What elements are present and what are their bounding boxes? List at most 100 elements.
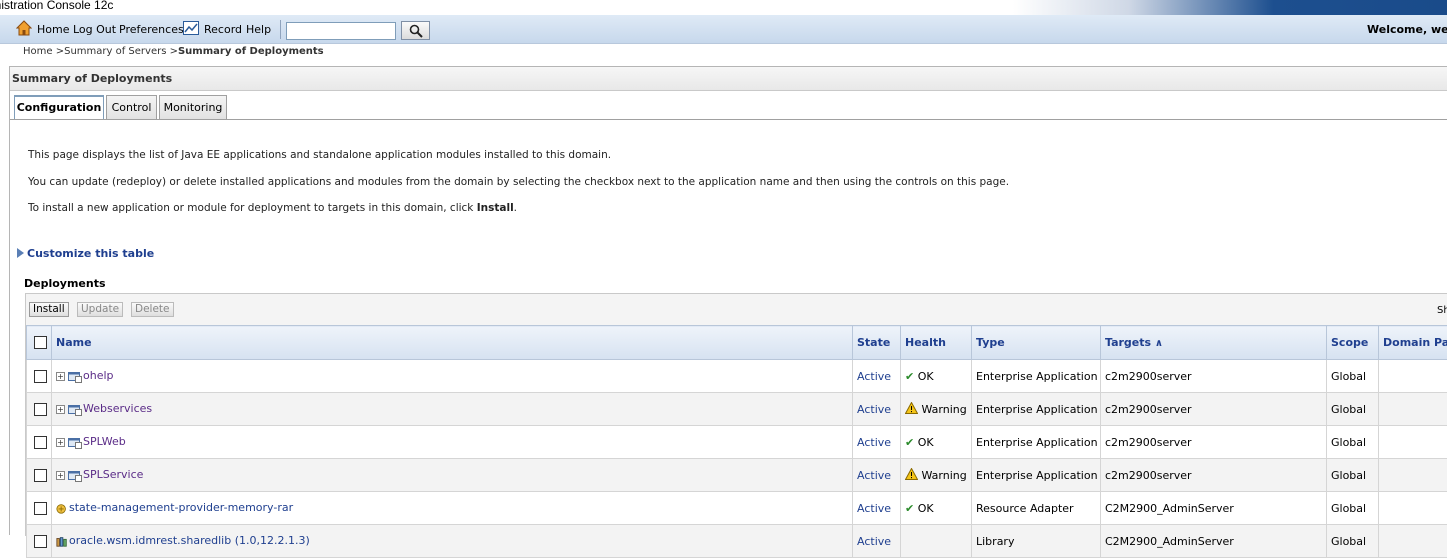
- column-header-name[interactable]: Name: [52, 326, 853, 360]
- install-button[interactable]: Install: [29, 302, 69, 317]
- targets-cell: c2m2900server: [1101, 360, 1327, 393]
- tab-divider: [10, 119, 1447, 120]
- expand-icon[interactable]: +: [56, 372, 65, 381]
- scope-cell: Global: [1327, 393, 1379, 426]
- expand-triangle-icon: [17, 248, 24, 258]
- column-header-type[interactable]: Type: [972, 326, 1101, 360]
- row-checkbox[interactable]: [34, 436, 47, 449]
- deployment-name-link[interactable]: SPLService: [83, 468, 143, 481]
- row-checkbox-cell: [27, 393, 52, 426]
- help-link[interactable]: Help: [246, 23, 271, 36]
- column-header-scope[interactable]: Scope: [1327, 326, 1379, 360]
- health-cell: ✔ OK: [901, 492, 972, 525]
- row-checkbox[interactable]: [34, 535, 47, 548]
- tab-configuration[interactable]: Configuration: [14, 95, 104, 120]
- row-checkbox[interactable]: [34, 502, 47, 515]
- expand-icon[interactable]: +: [56, 405, 65, 414]
- state-link[interactable]: Active: [857, 403, 891, 416]
- content-panel: Summary of Deployments Configuration Con…: [9, 66, 1447, 535]
- type-cell: Library: [972, 525, 1101, 558]
- table-row: oracle.wsm.idmrest.sharedlib (1.0,12.2.1…: [27, 525, 1447, 558]
- state-link[interactable]: Active: [857, 535, 891, 548]
- delete-button[interactable]: Delete: [131, 302, 174, 317]
- state-link[interactable]: Active: [857, 502, 891, 515]
- type-cell: Enterprise Application: [972, 360, 1101, 393]
- health-text: Warning: [922, 469, 967, 482]
- record-icon[interactable]: [183, 21, 199, 35]
- state-link[interactable]: Active: [857, 436, 891, 449]
- table-row: state-management-provider-memory-rar Act…: [27, 492, 1447, 525]
- health-text: OK: [918, 436, 934, 449]
- select-all-checkbox[interactable]: [34, 336, 47, 349]
- row-checkbox[interactable]: [34, 403, 47, 416]
- domain-partitions-cell: [1379, 393, 1447, 426]
- table-header-row: Name State Health Type Targets ∧ Scope D…: [27, 326, 1447, 360]
- search-input[interactable]: [286, 22, 396, 40]
- description-line-3-text: To install a new application or module f…: [28, 202, 477, 214]
- table-row: +SPLService Active Warning Enterprise Ap…: [27, 459, 1447, 492]
- title-bar: inistration Console 12c: [0, 0, 1447, 15]
- breadcrumb-home[interactable]: Home >: [23, 46, 64, 57]
- logout-link[interactable]: Log Out: [73, 23, 116, 36]
- toolbar-separator: [280, 20, 281, 39]
- name-cell: + SPLService: [52, 459, 853, 492]
- state-link[interactable]: Active: [857, 469, 891, 482]
- health-text: OK: [918, 370, 934, 383]
- name-cell: + ohelp: [52, 360, 853, 393]
- column-header-state[interactable]: State: [853, 326, 901, 360]
- type-cell: Enterprise Application: [972, 426, 1101, 459]
- deployment-name-link[interactable]: oracle.wsm.idmrest.sharedlib (1.0,12.2.1…: [69, 534, 310, 547]
- check-icon: ✔: [905, 436, 914, 449]
- name-cell: + Webservices: [52, 393, 853, 426]
- deployment-name-link[interactable]: SPLWeb: [83, 435, 126, 448]
- search-button[interactable]: [401, 21, 430, 40]
- state-cell: Active: [853, 459, 901, 492]
- home-icon[interactable]: [16, 20, 32, 36]
- row-checkbox[interactable]: [34, 469, 47, 482]
- expand-icon[interactable]: +: [56, 471, 65, 480]
- scope-cell: Global: [1327, 426, 1379, 459]
- sort-ascending-icon: ∧: [1155, 338, 1163, 349]
- state-link[interactable]: Active: [857, 370, 891, 383]
- state-cell: Active: [853, 525, 901, 558]
- health-cell: [901, 525, 972, 558]
- health-cell: Warning: [901, 393, 972, 426]
- scope-cell: Global: [1327, 360, 1379, 393]
- domain-partitions-cell: [1379, 492, 1447, 525]
- enterprise-app-icon: [68, 403, 82, 416]
- breadcrumb-servers[interactable]: Summary of Servers >: [64, 46, 178, 57]
- toolbar: Home Log Out Preferences Record Help Wel…: [0, 15, 1447, 44]
- column-header-targets[interactable]: Targets ∧: [1101, 326, 1327, 360]
- row-checkbox-cell: [27, 492, 52, 525]
- home-link[interactable]: Home: [37, 23, 69, 36]
- customize-table-link[interactable]: Customize this table: [17, 247, 154, 260]
- row-checkbox-cell: [27, 426, 52, 459]
- tab-control[interactable]: Control: [106, 95, 157, 119]
- tab-monitoring[interactable]: Monitoring: [159, 95, 227, 119]
- deployments-title: Deployments: [24, 277, 106, 290]
- deployment-name-link[interactable]: state-management-provider-memory-rar: [69, 501, 293, 514]
- domain-partitions-cell: [1379, 525, 1447, 558]
- deployment-name-link[interactable]: Webservices: [83, 402, 152, 415]
- column-header-domain-partitions[interactable]: Domain Par: [1379, 326, 1447, 360]
- table-row: + SPLWeb Active ✔ OK Enterprise Applicati…: [27, 426, 1447, 459]
- resource-adapter-icon: [56, 502, 68, 515]
- update-button[interactable]: Update: [77, 302, 123, 317]
- preferences-link[interactable]: Preferences: [119, 23, 184, 36]
- record-link[interactable]: Record: [204, 23, 242, 36]
- scope-cell: Global: [1327, 459, 1379, 492]
- targets-cell: C2M2900_AdminServer: [1101, 492, 1327, 525]
- expand-icon[interactable]: +: [56, 438, 65, 447]
- deployments-table: Name State Health Type Targets ∧ Scope D…: [26, 325, 1447, 558]
- row-checkbox[interactable]: [34, 370, 47, 383]
- show-rows-label: Sh: [1437, 305, 1447, 316]
- deployment-name-link[interactable]: ohelp: [83, 369, 114, 382]
- breadcrumb-current: Summary of Deployments: [178, 46, 324, 57]
- row-checkbox-cell: [27, 459, 52, 492]
- customize-label: Customize this table: [27, 247, 154, 260]
- table-row: +ohelp Active ✔ OK Enterprise Applicatio…: [27, 360, 1447, 393]
- description-install-word: Install: [477, 202, 514, 214]
- state-cell: Active: [853, 492, 901, 525]
- column-header-health[interactable]: Health: [901, 326, 972, 360]
- description-line-3: To install a new application or module f…: [28, 202, 517, 214]
